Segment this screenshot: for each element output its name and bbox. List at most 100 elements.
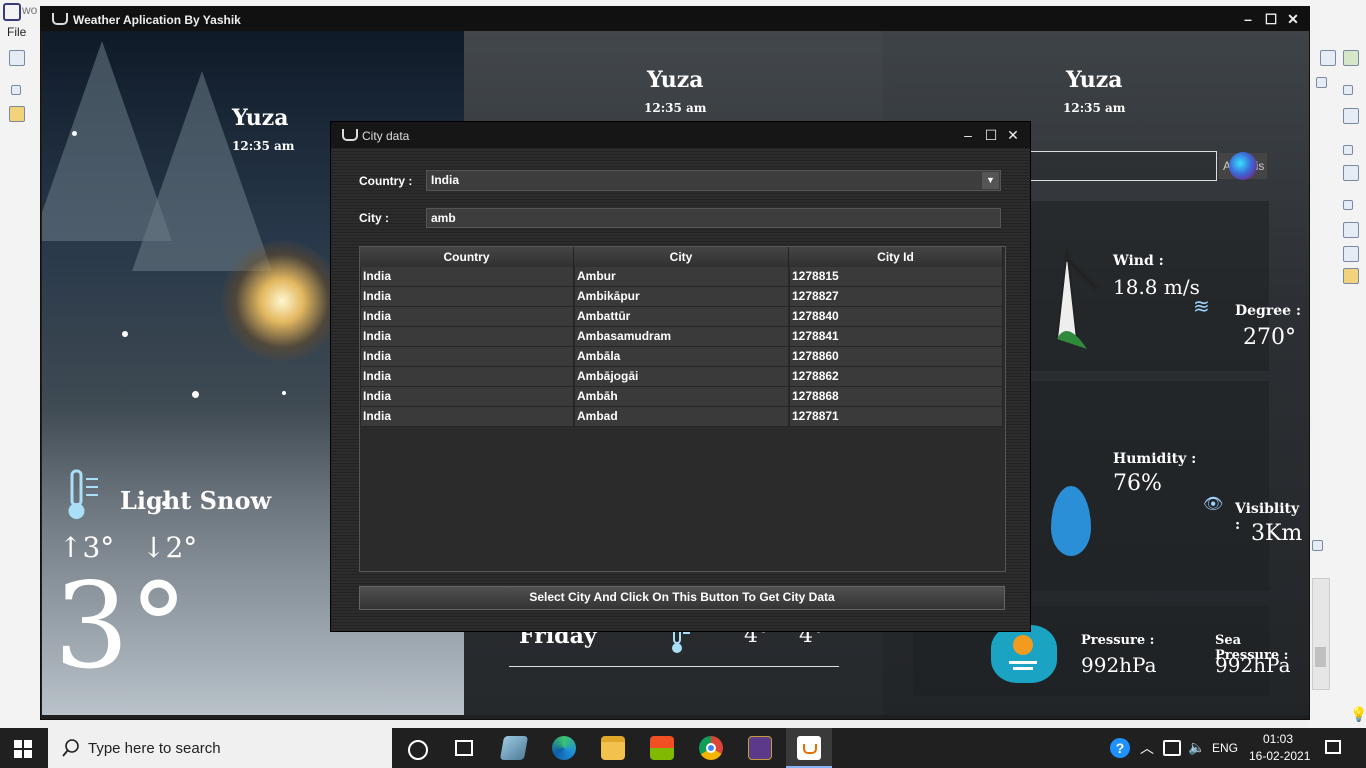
restore-icon[interactable] <box>1343 200 1353 210</box>
city-name: Yuza <box>1066 67 1123 93</box>
taskbar-search-box[interactable]: Type here to search <box>48 728 392 768</box>
cortana-icon[interactable] <box>408 740 428 760</box>
scrollbar[interactable] <box>1312 578 1330 690</box>
cell-country[interactable]: India <box>360 267 574 287</box>
game-icon[interactable] <box>748 736 772 760</box>
cell-country[interactable]: India <box>360 367 574 387</box>
cell-city-id[interactable]: 1278815 <box>789 267 1003 287</box>
cell-city[interactable]: Ambur <box>574 267 789 287</box>
chevron-down-icon[interactable]: ▼ <box>982 172 999 189</box>
store-icon[interactable] <box>650 736 674 760</box>
maximize-icon[interactable] <box>1312 540 1323 551</box>
maximize-button[interactable]: ☐ <box>1262 10 1280 28</box>
city-search-input[interactable] <box>1023 151 1217 181</box>
lightbulb-icon: 💡 <box>1350 706 1366 722</box>
volume-icon[interactable]: 🔈 <box>1188 739 1205 756</box>
edge-icon[interactable] <box>552 736 576 760</box>
file-menu[interactable]: File <box>7 25 26 39</box>
cell-city-id[interactable]: 1278868 <box>789 387 1003 407</box>
table-row[interactable]: India Ambāla 1278860 <box>360 347 1003 367</box>
table-row[interactable]: India Ambasamudram 1278841 <box>360 327 1003 347</box>
network-icon[interactable] <box>1163 740 1181 756</box>
table-row[interactable]: India Ambājogāi 1278862 <box>360 367 1003 387</box>
chevron-up-icon[interactable]: ︿ <box>1140 738 1154 758</box>
cell-city[interactable]: Ambikāpur <box>574 287 789 307</box>
cell-city[interactable]: Ambāh <box>574 387 789 407</box>
java-perspective-icon[interactable] <box>1343 50 1359 66</box>
scrollbar-thumb[interactable] <box>1315 647 1326 667</box>
main-titlebar: Weather Aplication By Yashik – ☐ ✕ <box>41 7 1309 31</box>
cell-country[interactable]: India <box>360 287 574 307</box>
clock-date[interactable]: 16-02-2021 <box>1249 749 1310 763</box>
degree-label: Degree : <box>1235 303 1302 319</box>
tasks-icon[interactable] <box>1343 268 1359 284</box>
table-row[interactable]: India Ambur 1278815 <box>360 267 1003 287</box>
clock-time[interactable]: 01:03 <box>1263 732 1293 746</box>
task-view-icon[interactable] <box>455 740 473 756</box>
cell-country[interactable]: India <box>360 347 574 367</box>
table-row[interactable]: India Ambad 1278871 <box>360 407 1003 427</box>
ide-left-panel: wo File <box>0 0 40 728</box>
cell-city[interactable]: Ambāla <box>574 347 789 367</box>
cell-city-id[interactable]: 1278840 <box>789 307 1003 327</box>
widgets-icon[interactable] <box>499 736 529 760</box>
minimize-button[interactable]: – <box>959 126 977 144</box>
cell-city-id[interactable]: 1278871 <box>789 407 1003 427</box>
cell-country[interactable]: India <box>360 307 574 327</box>
cell-country[interactable]: India <box>360 327 574 347</box>
snowflake <box>122 331 128 337</box>
new-file-icon[interactable] <box>9 50 25 66</box>
country-select[interactable]: India ▼ <box>426 170 1001 191</box>
column-header-city-id[interactable]: City Id <box>789 247 1003 267</box>
java-cup-icon <box>342 129 358 141</box>
cell-country[interactable]: India <box>360 387 574 407</box>
download-icon[interactable] <box>1343 246 1359 262</box>
hierarchy-icon[interactable] <box>1343 165 1359 181</box>
cell-city-id[interactable]: 1278862 <box>789 367 1003 387</box>
cell-country[interactable]: India <box>360 407 574 427</box>
language-indicator[interactable]: ENG <box>1212 741 1238 755</box>
country-select-value: India <box>431 173 460 187</box>
restore-icon[interactable] <box>1343 145 1353 155</box>
notification-icon[interactable] <box>1325 740 1341 754</box>
git-icon[interactable] <box>9 106 25 122</box>
restore-icon[interactable] <box>11 85 21 95</box>
chrome-icon[interactable] <box>699 736 723 760</box>
table-row[interactable]: India Ambikāpur 1278827 <box>360 287 1003 307</box>
outline-icon[interactable] <box>1343 108 1359 124</box>
maximize-icon[interactable] <box>1316 77 1327 88</box>
windows-start-icon[interactable] <box>14 740 32 758</box>
visibility-value: 3Km <box>1251 521 1303 546</box>
cell-city-id[interactable]: 1278860 <box>789 347 1003 367</box>
sea-pressure-value: 992hPa <box>1215 653 1291 677</box>
column-header-city[interactable]: City <box>574 247 789 267</box>
search-button[interactable]: A nis <box>1219 152 1267 180</box>
get-city-data-button[interactable]: Select City And Click On This Button To … <box>359 586 1005 610</box>
cell-city[interactable]: Ambad <box>574 407 789 427</box>
table-row[interactable]: India Ambattūr 1278840 <box>360 307 1003 327</box>
local-time: 12:35 am <box>232 139 295 153</box>
maximize-button[interactable]: ☐ <box>982 126 1000 144</box>
lamp-glow <box>222 241 342 361</box>
cell-city-id[interactable]: 1278841 <box>789 327 1003 347</box>
restore-icon[interactable] <box>1343 85 1353 95</box>
thermometer-snow-icon <box>64 469 100 521</box>
perspective-icon[interactable] <box>1320 50 1336 66</box>
minimize-button[interactable]: – <box>1239 10 1257 28</box>
close-button[interactable]: ✕ <box>1004 126 1022 144</box>
table-row[interactable]: India Ambāh 1278868 <box>360 387 1003 407</box>
problems-icon[interactable] <box>1343 222 1359 238</box>
java-taskbar-item[interactable] <box>786 728 832 768</box>
help-icon[interactable]: ? <box>1110 738 1130 758</box>
cell-city[interactable]: Ambattūr <box>574 307 789 327</box>
city-input[interactable]: amb <box>426 208 1001 228</box>
column-header-country[interactable]: Country <box>360 247 574 267</box>
cell-city[interactable]: Ambājogāi <box>574 367 789 387</box>
file-explorer-icon[interactable] <box>601 736 625 760</box>
close-button[interactable]: ✕ <box>1284 10 1302 28</box>
local-time: 12:35 am <box>644 101 707 115</box>
divider <box>509 666 839 667</box>
cell-city[interactable]: Ambasamudram <box>574 327 789 347</box>
city-name: Yuza <box>647 67 704 93</box>
cell-city-id[interactable]: 1278827 <box>789 287 1003 307</box>
